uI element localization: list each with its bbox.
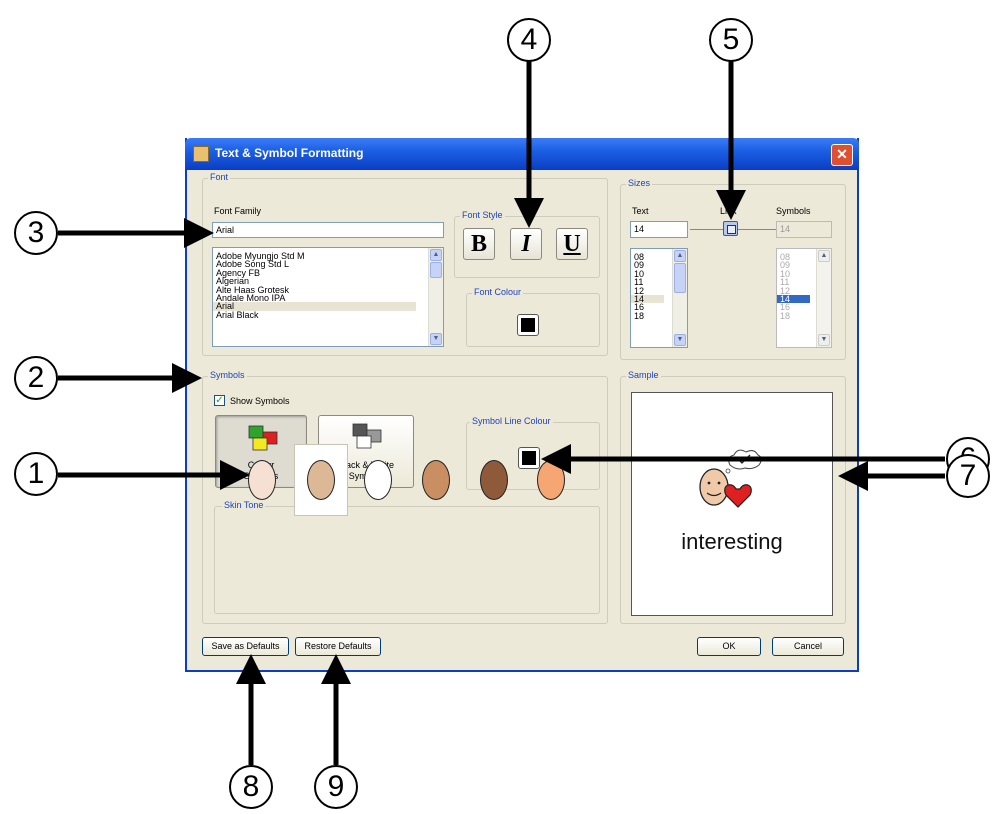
symbol-line-colour-swatch[interactable] — [518, 447, 540, 469]
text-size-input[interactable]: 14 — [630, 221, 688, 238]
symbols-size-scrollbar: ▲ ▼ — [816, 249, 831, 347]
save-defaults-button[interactable]: Save as Defaults — [202, 637, 289, 656]
callout-3: 3 — [14, 211, 58, 255]
link-label: Link — [720, 206, 737, 216]
sample-legend: Sample — [626, 370, 661, 380]
scroll-down-icon[interactable]: ▼ — [430, 333, 442, 345]
text-size-list[interactable]: 08 09 10 11 12 14 16 18 ▲ ▼ — [630, 248, 688, 348]
symbol-line-colour-legend: Symbol Line Colour — [470, 416, 553, 426]
skin-tone-group — [214, 506, 600, 614]
scroll-thumb[interactable] — [674, 263, 686, 293]
app-icon — [193, 146, 209, 162]
callout-7: 7 — [946, 454, 990, 498]
callout-2: 2 — [14, 356, 58, 400]
font-legend: Font — [208, 172, 231, 182]
font-colour-legend: Font Colour — [472, 287, 524, 297]
skin-tone-swatch-4[interactable] — [422, 460, 450, 500]
skin-tone-swatch-6[interactable] — [537, 460, 565, 500]
close-button[interactable]: ✕ — [831, 144, 853, 166]
cancel-button[interactable]: Cancel — [772, 637, 844, 656]
colour-symbols-icon — [248, 425, 278, 451]
sample-word: interesting — [681, 529, 783, 554]
bw-symbols-icon — [352, 423, 382, 449]
sizes-legend: Sizes — [626, 178, 653, 188]
scroll-down-icon: ▼ — [818, 334, 830, 346]
underline-button[interactable]: U — [556, 228, 588, 260]
skin-tone-swatch-5[interactable] — [480, 460, 508, 500]
font-colour-fill — [521, 318, 535, 332]
skin-tone-swatch-1[interactable] — [248, 460, 276, 500]
scroll-up-icon[interactable]: ▲ — [674, 250, 686, 262]
dialog-titlebar[interactable]: Text & Symbol Formatting ✕ — [185, 138, 859, 170]
font-colour-swatch[interactable] — [517, 314, 539, 336]
scroll-down-icon[interactable]: ▼ — [674, 334, 686, 346]
font-style-legend: Font Style — [460, 210, 505, 220]
restore-defaults-button[interactable]: Restore Defaults — [295, 637, 381, 656]
symbols-size-label: Symbols — [776, 206, 811, 216]
link-sizes-toggle[interactable] — [723, 221, 738, 236]
font-family-list[interactable]: Adobe Myungjo Std M Adobe Song Std L Agenc… — [212, 247, 444, 347]
callout-8: 8 — [229, 765, 273, 809]
link-line-left — [690, 229, 724, 230]
font-list-item[interactable]: Andale Mono IPA — [213, 293, 416, 302]
text-size-scrollbar[interactable]: ▲ ▼ — [672, 249, 687, 347]
size-list-item[interactable]: 18 — [631, 311, 664, 320]
symbols-size-list: 08 09 10 11 12 14 16 18 ▲ ▼ — [776, 248, 832, 348]
font-family-input[interactable]: Arial — [212, 222, 444, 238]
symbols-legend: Symbols — [208, 370, 247, 380]
font-list-scrollbar[interactable]: ▲ ▼ — [428, 248, 443, 346]
scroll-up-icon[interactable]: ▲ — [430, 249, 442, 261]
skin-tone-swatch-2[interactable] — [307, 460, 335, 500]
show-symbols-label: Show Symbols — [230, 396, 290, 406]
skin-tone-legend: Skin Tone — [222, 500, 266, 510]
skin-tone-swatch-3[interactable] — [364, 460, 392, 500]
scroll-thumb[interactable] — [430, 262, 442, 278]
font-list-item[interactable]: Arial Black — [213, 310, 416, 319]
symbol-line-colour-fill — [522, 451, 536, 465]
callout-9: 9 — [314, 765, 358, 809]
dialog-title: Text & Symbol Formatting — [215, 146, 364, 160]
callout-1: 1 — [14, 452, 58, 496]
show-symbols-checkbox[interactable]: ✓ — [214, 395, 225, 406]
sample-preview: interesting — [631, 392, 833, 616]
interesting-symbol-icon — [699, 449, 762, 508]
italic-button[interactable]: I — [510, 228, 542, 260]
link-icon — [727, 225, 736, 234]
link-line-right — [737, 229, 777, 230]
ok-button[interactable]: OK — [697, 637, 761, 656]
callout-5: 5 — [709, 18, 753, 62]
bold-button[interactable]: B — [463, 228, 495, 260]
scroll-up-icon: ▲ — [818, 250, 830, 262]
callout-4: 4 — [507, 18, 551, 62]
text-size-label: Text — [632, 206, 649, 216]
size-list-item: 18 — [780, 310, 791, 321]
font-family-label: Font Family — [214, 206, 262, 216]
symbols-size-input: 14 — [776, 221, 832, 238]
